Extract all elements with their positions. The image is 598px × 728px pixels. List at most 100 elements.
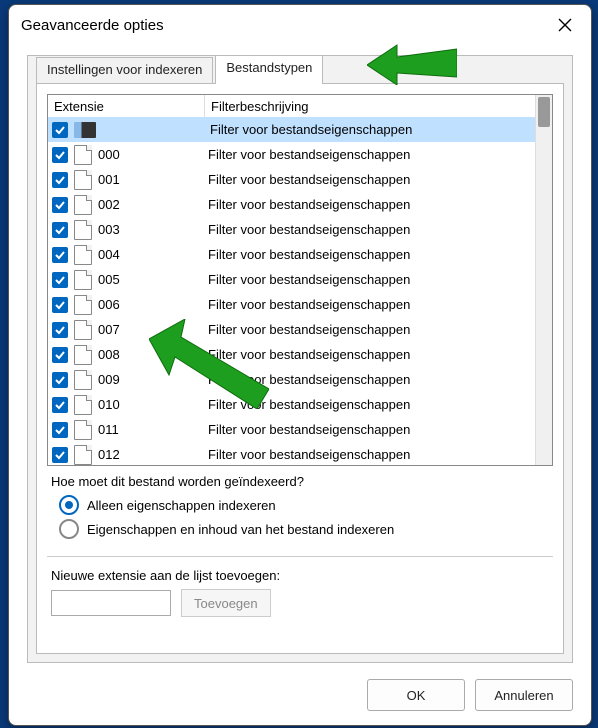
description-label: Filter voor bestandseigenschappen <box>202 347 552 362</box>
checkbox[interactable] <box>52 247 68 263</box>
check-icon <box>54 224 66 236</box>
extension-label: 001 <box>98 172 202 187</box>
titlebar: Geavanceerde opties <box>9 5 591 45</box>
check-icon <box>54 449 66 461</box>
table-row[interactable]: 007Filter voor bestandseigenschappen <box>48 317 552 342</box>
check-icon <box>54 274 66 286</box>
file-icon <box>74 170 92 190</box>
table-row[interactable]: Filter voor bestandseigenschappen <box>48 117 552 142</box>
check-icon <box>54 124 66 136</box>
extension-label: 002 <box>98 197 202 212</box>
description-label: Filter voor bestandseigenschappen <box>202 397 552 412</box>
list-body: Filter voor bestandseigenschappen000Filt… <box>48 117 552 465</box>
extension-label: 012 <box>98 447 202 462</box>
table-row[interactable]: 003Filter voor bestandseigenschappen <box>48 217 552 242</box>
extension-label: 010 <box>98 397 202 412</box>
description-label: Filter voor bestandseigenschappen <box>202 247 552 262</box>
tab-strip: Instellingen voor indexeren Bestandstype… <box>36 55 325 83</box>
table-row[interactable]: 004Filter voor bestandseigenschappen <box>48 242 552 267</box>
scrollbar[interactable] <box>535 95 552 465</box>
checkbox[interactable] <box>52 372 68 388</box>
cancel-button[interactable]: Annuleren <box>475 679 573 711</box>
description-label: Filter voor bestandseigenschappen <box>204 122 552 137</box>
table-row[interactable]: 011Filter voor bestandseigenschappen <box>48 417 552 442</box>
checkbox[interactable] <box>52 122 68 138</box>
file-icon <box>74 220 92 240</box>
window-title: Geavanceerde opties <box>21 17 551 34</box>
radio-icon <box>59 495 79 515</box>
column-header-extension[interactable]: Extensie <box>48 95 205 117</box>
checkbox[interactable] <box>52 397 68 413</box>
file-icon <box>74 395 92 415</box>
extension-label: 003 <box>98 222 202 237</box>
table-row[interactable]: 012Filter voor bestandseigenschappen <box>48 442 552 465</box>
description-label: Filter voor bestandseigenschappen <box>202 297 552 312</box>
table-row[interactable]: 000Filter voor bestandseigenschappen <box>48 142 552 167</box>
table-row[interactable]: 001Filter voor bestandseigenschappen <box>48 167 552 192</box>
check-icon <box>54 299 66 311</box>
table-row[interactable]: 008Filter voor bestandseigenschappen <box>48 342 552 367</box>
checkbox[interactable] <box>52 197 68 213</box>
table-row[interactable]: 006Filter voor bestandseigenschappen <box>48 292 552 317</box>
radio-properties-only[interactable]: Alleen eigenschappen indexeren <box>59 495 549 515</box>
close-button[interactable] <box>551 11 579 39</box>
extension-label: 007 <box>98 322 202 337</box>
divider <box>47 556 553 557</box>
scroll-thumb[interactable] <box>538 97 550 127</box>
close-icon <box>558 18 572 32</box>
extension-label: 011 <box>98 422 202 437</box>
description-label: Filter voor bestandseigenschappen <box>202 372 552 387</box>
extension-label: 008 <box>98 347 202 362</box>
extension-label: 000 <box>98 147 202 162</box>
file-icon <box>74 295 92 315</box>
extension-label: 009 <box>98 372 202 387</box>
list-header: Extensie Filterbeschrijving <box>48 95 552 118</box>
filetype-list[interactable]: Extensie Filterbeschrijving Filter voor … <box>47 94 553 466</box>
file-icon <box>74 145 92 165</box>
table-row[interactable]: 002Filter voor bestandseigenschappen <box>48 192 552 217</box>
add-extension-input[interactable] <box>51 590 171 616</box>
column-header-description[interactable]: Filterbeschrijving <box>205 95 552 117</box>
file-icon <box>74 320 92 340</box>
file-icon <box>74 370 92 390</box>
description-label: Filter voor bestandseigenschappen <box>202 272 552 287</box>
indexing-mode-label: Hoe moet dit bestand worden geïndexeerd? <box>51 474 549 489</box>
description-label: Filter voor bestandseigenschappen <box>202 172 552 187</box>
checkbox[interactable] <box>52 422 68 438</box>
description-label: Filter voor bestandseigenschappen <box>202 222 552 237</box>
description-label: Filter voor bestandseigenschappen <box>202 447 552 462</box>
description-label: Filter voor bestandseigenschappen <box>202 197 552 212</box>
add-extension-section: Nieuwe extensie aan de lijst toevoegen: … <box>51 568 549 617</box>
file-icon <box>74 445 92 465</box>
check-icon <box>54 174 66 186</box>
check-icon <box>54 399 66 411</box>
tab-indexing-settings[interactable]: Instellingen voor indexeren <box>36 57 213 84</box>
file-icon <box>74 420 92 440</box>
radio-properties-and-content[interactable]: Eigenschappen en inhoud van het bestand … <box>59 519 549 539</box>
add-extension-button[interactable]: Toevoegen <box>181 589 271 617</box>
checkbox[interactable] <box>52 222 68 238</box>
check-icon <box>54 349 66 361</box>
radio-icon <box>59 519 79 539</box>
check-icon <box>54 324 66 336</box>
checkbox[interactable] <box>52 297 68 313</box>
table-row[interactable]: 010Filter voor bestandseigenschappen <box>48 392 552 417</box>
ok-button[interactable]: OK <box>367 679 465 711</box>
tab-filetypes[interactable]: Bestandstypen <box>215 55 323 84</box>
radio-label: Eigenschappen en inhoud van het bestand … <box>87 522 394 537</box>
check-icon <box>54 199 66 211</box>
checkbox[interactable] <box>52 147 68 163</box>
file-icon <box>74 270 92 290</box>
tab-container: Instellingen voor indexeren Bestandstype… <box>27 55 573 663</box>
check-icon <box>54 149 66 161</box>
check-icon <box>54 424 66 436</box>
checkbox[interactable] <box>52 447 68 463</box>
checkbox[interactable] <box>52 172 68 188</box>
table-row[interactable]: 005Filter voor bestandseigenschappen <box>48 267 552 292</box>
checkbox[interactable] <box>52 347 68 363</box>
radio-label: Alleen eigenschappen indexeren <box>87 498 276 513</box>
extension-label: 006 <box>98 297 202 312</box>
table-row[interactable]: 009Filter voor bestandseigenschappen <box>48 367 552 392</box>
checkbox[interactable] <box>52 272 68 288</box>
checkbox[interactable] <box>52 322 68 338</box>
